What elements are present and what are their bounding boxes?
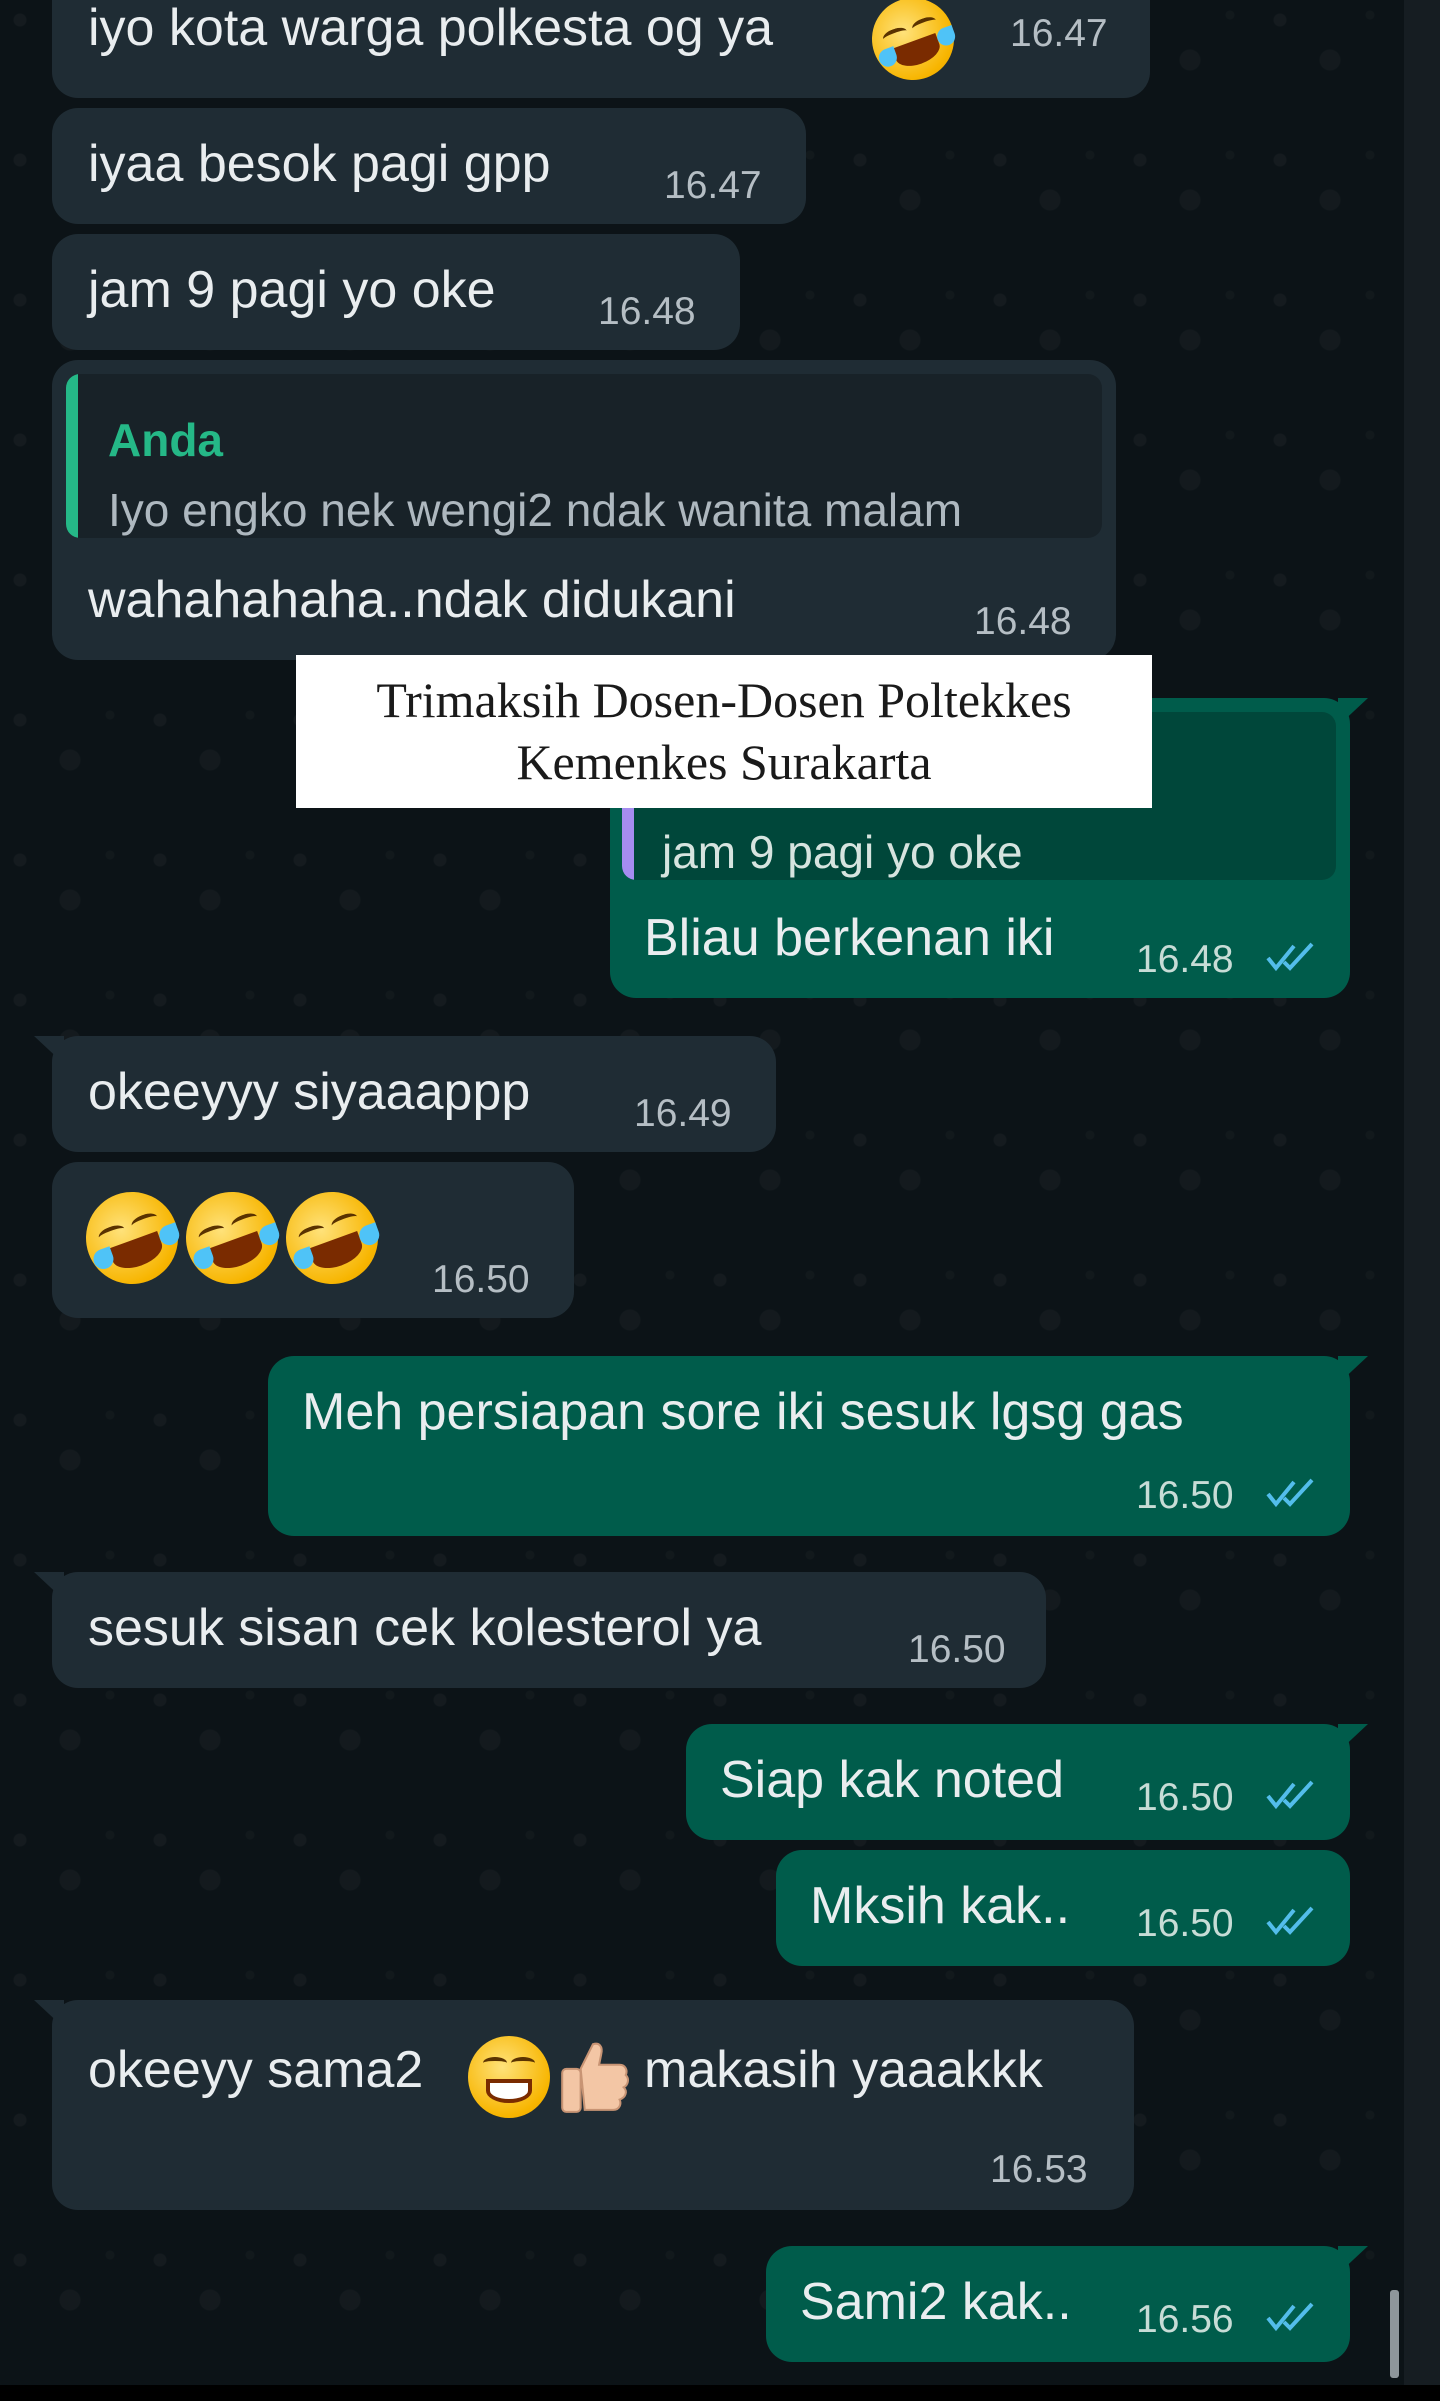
message-text: Bliau berkenan iki xyxy=(644,909,1055,967)
chat-area[interactable]: iyo kota warga polkesta og ya 16.47 iyaa… xyxy=(0,0,1404,2385)
message-time: 16.48 xyxy=(598,290,696,333)
message-bubble-incoming[interactable]: 16.50 xyxy=(52,1162,574,1318)
message-text: iyo kota warga polkesta og ya xyxy=(88,0,774,57)
message-bubble-outgoing[interactable]: Mksih kak.. 16.50 xyxy=(776,1850,1350,1966)
quote-author: Anda xyxy=(108,414,223,466)
message-time: 16.50 xyxy=(1136,1474,1234,1517)
message-text: Sami2 kak.. xyxy=(800,2273,1072,2331)
rolling-laughing-emoji-icon xyxy=(273,1179,391,1297)
bottom-edge-strip xyxy=(0,2385,1440,2401)
message-bubble-incoming[interactable]: iyaa besok pagi gpp 16.47 xyxy=(52,108,806,224)
message-text: okeeyyy siyaaappp xyxy=(88,1063,531,1121)
message-time: 16.50 xyxy=(1136,1902,1234,1945)
message-text: iyaa besok pagi gpp xyxy=(88,135,551,193)
quote-text: jam 9 pagi yo oke xyxy=(662,826,1023,878)
quote-text: Iyo engko nek wengi2 ndak wanita malam xyxy=(108,484,963,536)
right-edge-strip xyxy=(1404,0,1440,2385)
read-ticks-icon xyxy=(1266,2302,1314,2332)
message-time: 16.50 xyxy=(1136,1776,1234,1819)
message-text: okeeyy sama2 xyxy=(88,2041,424,2099)
read-ticks-icon xyxy=(1266,942,1314,972)
scrollbar-thumb[interactable] xyxy=(1390,2290,1399,2378)
read-ticks-icon xyxy=(1266,1906,1314,1936)
message-time: 16.50 xyxy=(432,1258,530,1301)
rolling-laughing-emoji-icon xyxy=(73,1179,191,1297)
message-bubble-outgoing[interactable]: Siap kak noted 16.50 xyxy=(686,1724,1368,1840)
rolling-laughing-emoji-icon xyxy=(173,1179,291,1297)
message-time: 16.47 xyxy=(664,164,762,207)
message-text: Mksih kak.. xyxy=(810,1877,1071,1935)
message-time: 16.56 xyxy=(1136,2298,1234,2341)
quoted-message[interactable]: Anda Iyo engko nek wengi2 ndak wanita ma… xyxy=(66,374,1102,538)
message-time: 16.50 xyxy=(908,1628,1006,1671)
caption-line-1: Trimaksih Dosen-Dosen Poltekkes xyxy=(376,672,1072,728)
message-bubble-incoming[interactable]: iyo kota warga polkesta og ya 16.47 xyxy=(52,0,1150,98)
message-bubble-incoming[interactable]: sesuk sisan cek kolesterol ya 16.50 xyxy=(34,1572,1046,1688)
message-text: makasih yaaakkk xyxy=(644,2041,1043,2099)
message-text: jam 9 pagi yo oke xyxy=(88,261,496,319)
message-time: 16.53 xyxy=(990,2148,1088,2191)
caption-line-2: Kemenkes Surakarta xyxy=(516,734,932,790)
message-text: Siap kak noted xyxy=(720,1751,1065,1809)
message-bubble-incoming[interactable]: okeeyy sama2 makasih yaaakkk 16.53 xyxy=(34,2000,1134,2210)
read-ticks-icon xyxy=(1266,1478,1314,1508)
beaming-face-emoji-icon xyxy=(468,2036,550,2118)
message-bubble-outgoing[interactable]: Meh persiapan sore iki sesuk lgsg gas 16… xyxy=(268,1356,1368,1536)
message-time: 16.47 xyxy=(1010,12,1108,55)
message-bubble-outgoing[interactable]: Sami2 kak.. 16.56 xyxy=(766,2246,1368,2362)
message-text: Meh persiapan sore iki sesuk lgsg gas xyxy=(302,1383,1184,1441)
message-time: 16.49 xyxy=(634,1092,732,1135)
caption-overlay: Trimaksih Dosen-Dosen Poltekkes Kemenkes… xyxy=(296,655,1152,808)
rolling-laughing-emoji-icon xyxy=(860,0,966,92)
message-bubble-incoming[interactable]: jam 9 pagi yo oke 16.48 xyxy=(52,234,740,350)
message-time: 16.48 xyxy=(974,600,1072,643)
message-text: sesuk sisan cek kolesterol ya xyxy=(88,1599,762,1657)
thumbs-up-icon xyxy=(561,2042,630,2113)
message-time: 16.48 xyxy=(1136,938,1234,981)
message-bubble-incoming[interactable]: okeeyyy siyaaappp 16.49 xyxy=(34,1036,776,1152)
message-text: wahahahaha..ndak didukani xyxy=(88,571,736,629)
read-ticks-icon xyxy=(1266,1780,1314,1810)
message-bubble-incoming[interactable]: Anda Iyo engko nek wengi2 ndak wanita ma… xyxy=(52,360,1116,660)
